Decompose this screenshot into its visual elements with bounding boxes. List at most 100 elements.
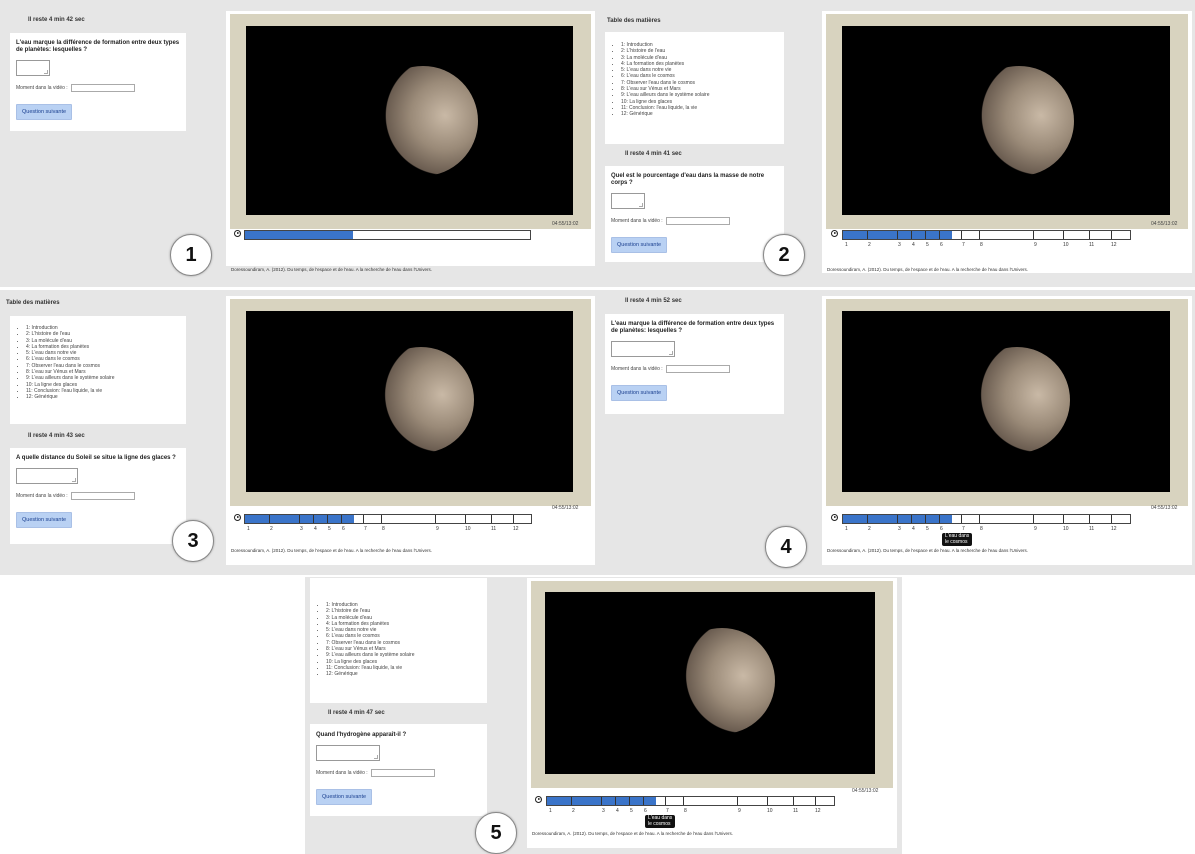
step-badge: 5 bbox=[475, 812, 517, 854]
progress-bar[interactable] bbox=[244, 230, 531, 240]
next-question-button[interactable]: Question suivante bbox=[16, 104, 73, 120]
answer-textarea[interactable] bbox=[611, 193, 645, 209]
chapter-marker bbox=[513, 515, 514, 523]
video-screen[interactable] bbox=[545, 592, 875, 774]
answer-textarea[interactable] bbox=[316, 745, 380, 761]
progress-bar[interactable] bbox=[546, 796, 835, 806]
chapter-label: 7 bbox=[666, 808, 669, 814]
progress-fill bbox=[245, 231, 354, 239]
next-question-button[interactable]: Question suivante bbox=[611, 237, 668, 253]
chapter-label: 7 bbox=[962, 526, 965, 532]
chapter-label: 9 bbox=[1034, 526, 1037, 532]
moment-label: Moment dans la vidéo : bbox=[16, 85, 68, 91]
timer-text: Il reste 4 min 52 sec bbox=[625, 298, 682, 304]
progress-bar[interactable] bbox=[244, 514, 532, 524]
chapter-label: 2 bbox=[572, 808, 575, 814]
chapter-marker bbox=[629, 797, 630, 805]
chapter-label: 3 bbox=[602, 808, 605, 814]
chapter-label: 3 bbox=[898, 526, 901, 532]
moment-input[interactable] bbox=[70, 492, 135, 500]
chapter-marker bbox=[465, 515, 466, 523]
toc-title: Table des matières bbox=[6, 300, 60, 306]
chapter-marker bbox=[737, 797, 738, 805]
chapter-marker bbox=[925, 515, 926, 523]
timecode: 04:55/13:02 bbox=[1151, 221, 1178, 227]
toc-card: 1: Introduction 2: L'histoire de l'eau 3… bbox=[310, 578, 487, 703]
timer-text: Il reste 4 min 41 sec bbox=[625, 151, 682, 157]
toc-card: 1: Introduction 2: L'histoire de l'eau 3… bbox=[10, 316, 186, 424]
question-text: L'eau marque la différence de formation … bbox=[611, 321, 775, 334]
moment-label: Moment dans la vidéo : bbox=[611, 218, 663, 224]
question-card: Quel est le pourcentage d'eau dans la ma… bbox=[605, 166, 784, 262]
chapter-label: 7 bbox=[364, 526, 367, 532]
video-screen[interactable] bbox=[246, 311, 573, 492]
play-icon[interactable] bbox=[831, 514, 838, 521]
chapter-label: 10 bbox=[767, 808, 773, 814]
timer-text: Il reste 4 min 42 sec bbox=[28, 17, 85, 23]
moment-input[interactable] bbox=[665, 217, 730, 225]
chapter-marker bbox=[313, 515, 314, 523]
moment-input[interactable] bbox=[370, 769, 435, 777]
chapter-marker bbox=[867, 231, 868, 239]
answer-textarea[interactable] bbox=[16, 468, 78, 484]
chapter-tooltip: L'eau dans le cosmos bbox=[942, 533, 973, 546]
chapter-label: 6 bbox=[940, 242, 943, 248]
chapter-label: 8 bbox=[980, 242, 983, 248]
moment-input[interactable] bbox=[70, 84, 135, 92]
video-screen[interactable] bbox=[842, 311, 1170, 492]
progress-bar[interactable] bbox=[842, 230, 1131, 240]
citation: Doressoundiram, A. (2012). Du temps, de … bbox=[827, 548, 1029, 553]
play-icon[interactable] bbox=[831, 230, 838, 237]
chapter-marker bbox=[327, 515, 328, 523]
play-icon[interactable] bbox=[234, 514, 241, 521]
toc-item[interactable]: 12: Générique bbox=[26, 394, 182, 400]
chapter-marker bbox=[979, 515, 980, 523]
toc-title: Table des matières bbox=[607, 18, 661, 24]
moon-image bbox=[964, 347, 1070, 453]
moment-input[interactable] bbox=[665, 365, 730, 373]
next-question-button[interactable]: Question suivante bbox=[316, 789, 373, 805]
chapter-label: 10 bbox=[1063, 526, 1069, 532]
chapter-marker bbox=[793, 797, 794, 805]
next-question-button[interactable]: Question suivante bbox=[611, 385, 668, 401]
video-player: 04:55/13:02 1 2 3 4 5 6 7 8 9 10 11 12 D… bbox=[226, 296, 595, 565]
chapter-label: 11 bbox=[793, 808, 799, 814]
chapter-marker bbox=[767, 797, 768, 805]
answer-textarea[interactable] bbox=[16, 60, 50, 76]
chapter-label: 1 bbox=[845, 242, 848, 248]
next-question-button[interactable]: Question suivante bbox=[16, 512, 73, 528]
chapter-label: 11 bbox=[491, 526, 497, 532]
chapter-label: 1 bbox=[247, 526, 250, 532]
chapter-marker bbox=[615, 797, 616, 805]
question-card: L'eau marque la différence de formation … bbox=[10, 33, 186, 131]
moon-image bbox=[669, 628, 775, 734]
toc-item[interactable]: 12: Générique bbox=[621, 111, 780, 117]
question-card: L'eau marque la différence de formation … bbox=[605, 314, 784, 414]
chapter-label: 8 bbox=[980, 526, 983, 532]
chapter-label: 2 bbox=[270, 526, 273, 532]
toc-item[interactable]: 12: Générique bbox=[326, 671, 483, 677]
video-screen[interactable] bbox=[842, 26, 1170, 215]
chapter-label: 12 bbox=[513, 526, 519, 532]
chapter-marker bbox=[571, 797, 572, 805]
play-icon[interactable] bbox=[535, 796, 542, 803]
chapter-marker bbox=[269, 515, 270, 523]
play-icon[interactable] bbox=[234, 230, 241, 237]
progress-bar[interactable] bbox=[842, 514, 1131, 524]
toc-list: 1: Introduction 2: L'histoire de l'eau 3… bbox=[609, 42, 780, 118]
chapter-label: 6 bbox=[342, 526, 345, 532]
chapter-marker bbox=[665, 797, 666, 805]
chapter-label: 6 bbox=[644, 808, 647, 814]
answer-textarea[interactable] bbox=[611, 341, 675, 357]
step-badge: 2 bbox=[763, 234, 805, 276]
video-screen[interactable] bbox=[246, 26, 573, 215]
chapter-label: 9 bbox=[1034, 242, 1037, 248]
chapter-marker bbox=[491, 515, 492, 523]
chapter-marker bbox=[1089, 515, 1090, 523]
step-badge: 1 bbox=[170, 234, 212, 276]
chapter-label: 4 bbox=[912, 242, 915, 248]
toc-list: 1: Introduction 2: L'histoire de l'eau 3… bbox=[314, 602, 483, 678]
chapter-marker bbox=[1033, 231, 1034, 239]
step-badge: 4 bbox=[765, 526, 807, 568]
chapter-marker bbox=[1089, 231, 1090, 239]
